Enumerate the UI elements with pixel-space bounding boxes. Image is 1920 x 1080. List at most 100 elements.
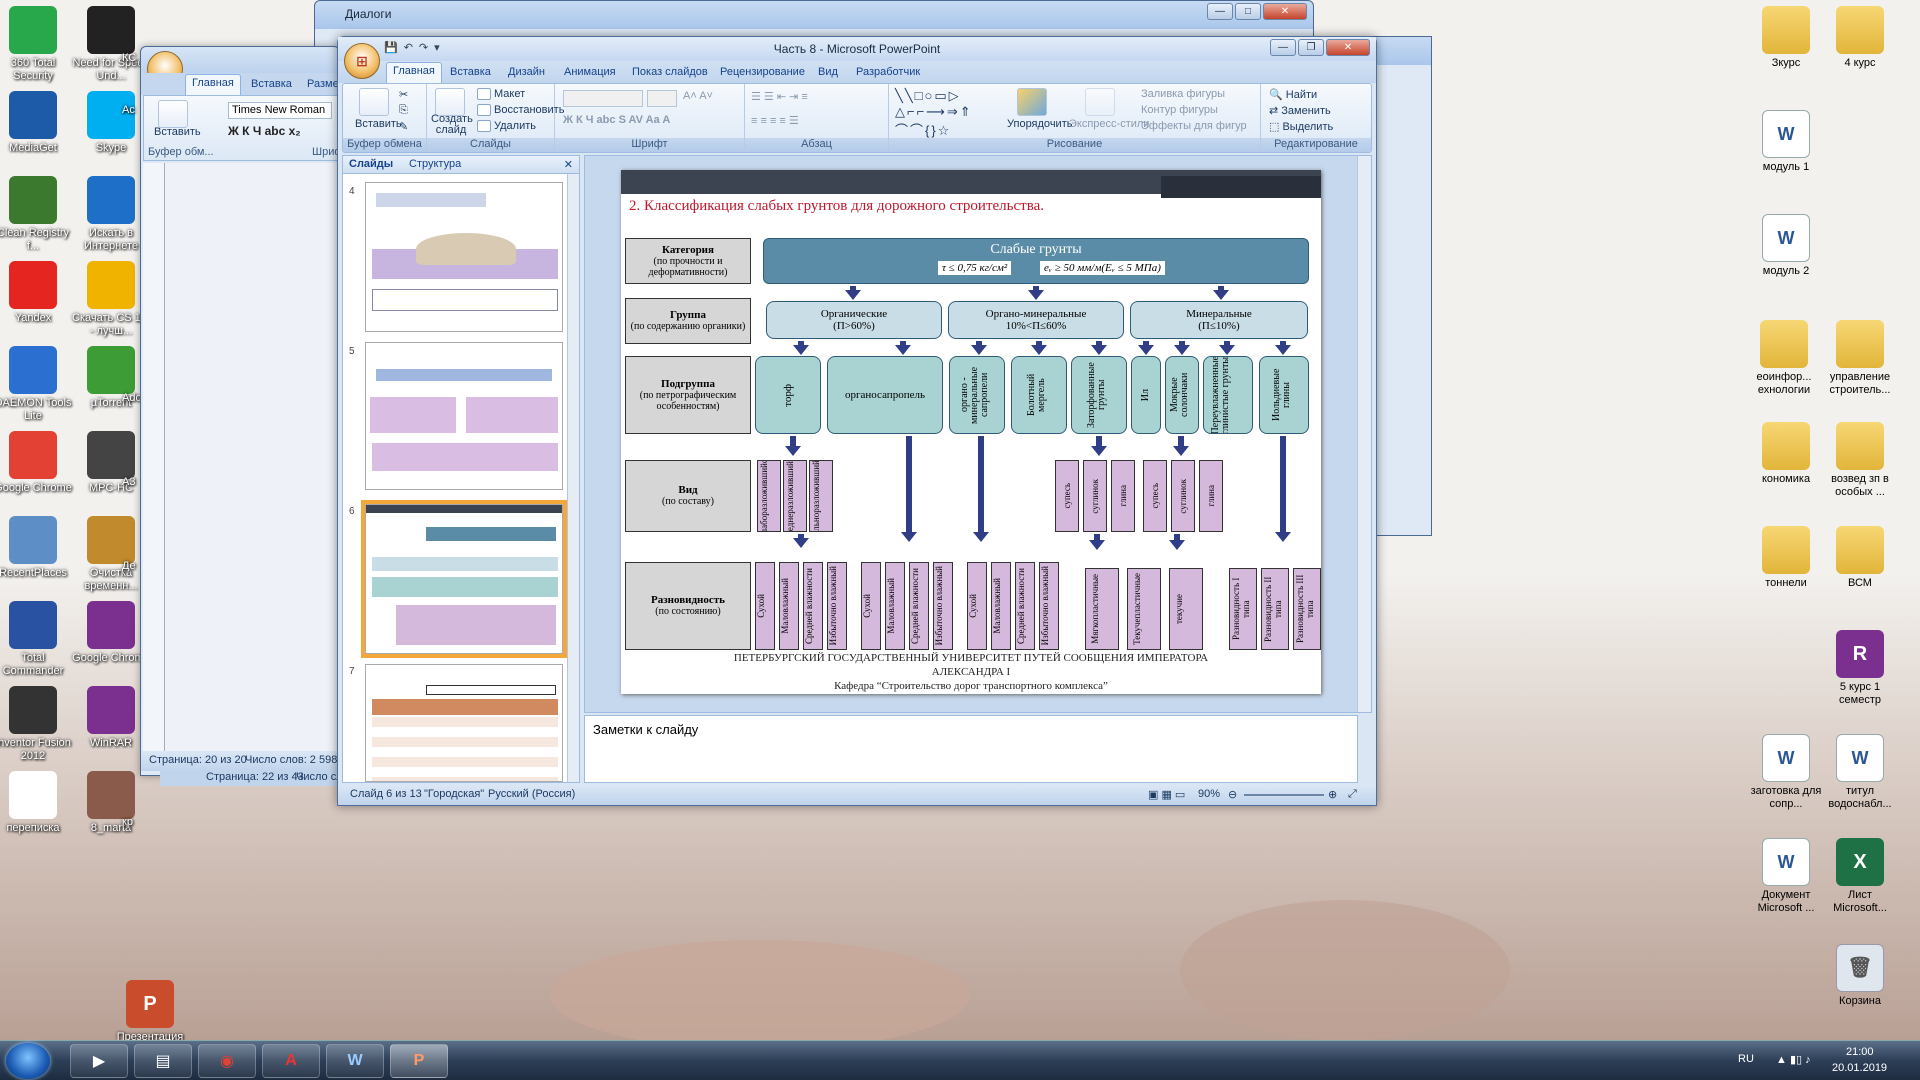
variety-box[interactable]: Избыточно влажный: [933, 562, 953, 650]
slide-title[interactable]: 2. Классификация слабых грунтов для доро…: [629, 198, 1044, 215]
variety-box[interactable]: Сухой: [967, 562, 987, 650]
office-button[interactable]: ⊞: [344, 43, 380, 79]
font-format-buttons[interactable]: Ж К Ч abc S AV Aa A: [563, 114, 670, 126]
tab-outline[interactable]: Структура: [409, 158, 461, 170]
tab-2[interactable]: Дизайн: [502, 64, 551, 80]
select-button[interactable]: ⬚ Выделить: [1269, 120, 1333, 133]
paste-button[interactable]: Вставить: [355, 118, 402, 130]
word-window[interactable]: Главная Вставка Разме Вставить Times New…: [140, 46, 343, 776]
desktop-icon[interactable]: 360 Total Security: [0, 6, 72, 83]
desktop-icon[interactable]: Google Chrome: [0, 431, 72, 495]
variety-box[interactable]: Мягкопластичные: [1085, 568, 1119, 650]
variety-box[interactable]: Средней влажности: [803, 562, 823, 650]
slide-thumbnail-7[interactable]: [365, 664, 563, 782]
grow-font-icon[interactable]: A˄ A˅: [683, 90, 713, 102]
tab-0[interactable]: Главная: [386, 62, 442, 83]
current-slide[interactable]: 2. Классификация слабых грунтов для доро…: [621, 170, 1321, 694]
subgroup-organosapropel[interactable]: органосапропель: [827, 356, 943, 434]
desktop-icon[interactable]: ВСМ: [1820, 526, 1900, 590]
desktop-icon[interactable]: Total Commander: [0, 601, 72, 678]
variety-box[interactable]: Маловлажный: [885, 562, 905, 650]
slide-thumbnail-6-selected[interactable]: [361, 500, 567, 658]
powerpoint-window[interactable]: Часть 8 - Microsoft PowerPoint — ❐ ✕ 💾 ↶…: [337, 36, 1377, 806]
weak-soils-box[interactable]: Слабые грунты τ ≤ 0,75 кг/см² eᵥ ≥ 50 мм…: [763, 238, 1309, 284]
cut-icon[interactable]: ✂: [399, 88, 408, 101]
kind-box[interactable]: супесь: [1055, 460, 1079, 532]
desktop-icon[interactable]: Зкурс: [1746, 6, 1826, 70]
new-slide-button[interactable]: Создать слайд: [431, 114, 473, 136]
desktop-icon[interactable]: Google Chrome: [72, 601, 150, 665]
variety-box[interactable]: Сухой: [861, 562, 881, 650]
kind-box[interactable]: слаборазложившийся: [757, 460, 781, 532]
desktop-icon[interactable]: R 5 курс 1 семестр: [1820, 630, 1900, 707]
thumbs-scrollbar[interactable]: [567, 174, 579, 782]
subgroup-wet-clays[interactable]: Переувлажненные глинистые грунты: [1203, 356, 1253, 434]
powerpoint-taskbar-button[interactable]: P: [390, 1044, 448, 1078]
quick-styles-button[interactable]: Экспресс-стили: [1069, 118, 1149, 130]
variety-box[interactable]: Разновидность I типа: [1229, 568, 1257, 650]
variety-box[interactable]: Разновидность II типа: [1261, 568, 1289, 650]
find-button[interactable]: 🔍 Найти: [1269, 88, 1317, 101]
font-size-field[interactable]: [647, 90, 677, 107]
slide-scrollbar[interactable]: [1357, 156, 1371, 712]
desktop-icon[interactable]: WinRAR: [72, 686, 150, 750]
format-painter-icon[interactable]: ✎: [399, 120, 408, 133]
paste-button[interactable]: Вставить: [154, 126, 201, 138]
kind-box[interactable]: сильноразложившийся: [809, 460, 833, 532]
variety-box[interactable]: Избыточно влажный: [827, 562, 847, 650]
maximize-button[interactable]: □: [1235, 3, 1261, 20]
kind-box[interactable]: супесь: [1143, 460, 1167, 532]
desktop-icon[interactable]: X Лист Microsoft...: [1820, 838, 1900, 915]
slide-thumbnail-4[interactable]: [365, 182, 563, 332]
undo-icon[interactable]: ↶: [404, 41, 413, 54]
minimize-button[interactable]: —: [1207, 3, 1233, 20]
variety-box[interactable]: Текучепластичные: [1127, 568, 1161, 650]
subgroup-salt-marsh[interactable]: Мокрые солончаки: [1165, 356, 1199, 434]
kind-box[interactable]: среднеразложившийся: [783, 460, 807, 532]
tab-7[interactable]: Разработчик: [850, 64, 926, 80]
shape-fill-button[interactable]: Заливка фигуры: [1141, 88, 1225, 100]
explorer-button[interactable]: ▤: [134, 1044, 192, 1078]
desktop-icon[interactable]: Clean Registry f...: [0, 176, 72, 253]
subgroup-sapropels[interactable]: органо - минеральные сапропели: [949, 356, 1005, 434]
shape-effects-button[interactable]: Эффекты для фигур: [1141, 120, 1247, 132]
delete-slide-button[interactable]: Удалить: [477, 120, 536, 133]
kind-box[interactable]: суглинок: [1171, 460, 1195, 532]
variety-box[interactable]: Маловлажный: [991, 562, 1011, 650]
close-pane-icon[interactable]: ✕: [564, 158, 573, 171]
desktop-icon[interactable]: переписка: [0, 771, 72, 835]
variety-box[interactable]: Разновидность III типа: [1293, 568, 1321, 650]
tab-insert[interactable]: Вставка: [245, 76, 298, 92]
save-icon[interactable]: 💾: [384, 41, 398, 54]
notes-pane[interactable]: Заметки к слайду: [584, 715, 1358, 783]
desktop-icon[interactable]: Искать в Интернете: [72, 176, 150, 253]
desktop-icon[interactable]: кономика: [1746, 422, 1826, 486]
tab-4[interactable]: Показ слайдов: [626, 64, 714, 80]
ppt-titlebar[interactable]: Часть 8 - Microsoft PowerPoint — ❐ ✕: [338, 37, 1376, 61]
desktop-icon[interactable]: Очистка временн...: [72, 516, 150, 593]
desktop-icon[interactable]: MediaGet: [0, 91, 72, 155]
autocad-button[interactable]: A: [262, 1044, 320, 1078]
desktop-icon[interactable]: Need for Speed Und...: [72, 6, 150, 83]
slide-thumbnail-5[interactable]: [365, 342, 563, 490]
desktop-icon[interactable]: 4 курс: [1820, 6, 1900, 70]
variety-box[interactable]: Избыточно влажный: [1039, 562, 1059, 650]
restore-button[interactable]: ❐: [1298, 39, 1324, 56]
reset-button[interactable]: Восстановить: [477, 104, 564, 117]
variety-box[interactable]: Средней влажности: [1015, 562, 1035, 650]
subgroup-marl[interactable]: Болотный мергель: [1011, 356, 1067, 434]
desktop-icon[interactable]: заготовка для сопр...: [1746, 734, 1826, 811]
subgroup-peaty-soils[interactable]: Заторфованные грунты: [1071, 356, 1127, 434]
group-mineral[interactable]: Минеральные (П≤10%): [1130, 301, 1308, 339]
zoom-slider[interactable]: [1244, 794, 1324, 796]
desktop-icon[interactable]: Yandex: [0, 261, 72, 325]
zoom-out-icon[interactable]: ⊖: [1228, 788, 1237, 801]
clock-date[interactable]: 20.01.2019: [1832, 1062, 1887, 1074]
kind-box[interactable]: суглинок: [1083, 460, 1107, 532]
shapes-gallery[interactable]: ╲╲□○▭▷ △⌐⌐⟶⇒⇑ ⌒⌒{}☆: [895, 88, 973, 139]
desktop-icon[interactable]: 🗑 Корзина: [1820, 944, 1900, 1008]
view-buttons[interactable]: ▣ ▦ ▭: [1148, 788, 1185, 801]
close-button[interactable]: ✕: [1326, 39, 1370, 56]
list-buttons[interactable]: ☰ ☰ ⇤ ⇥ ≡: [751, 90, 808, 103]
format-buttons[interactable]: Ж К Ч abc x₂: [228, 124, 301, 138]
